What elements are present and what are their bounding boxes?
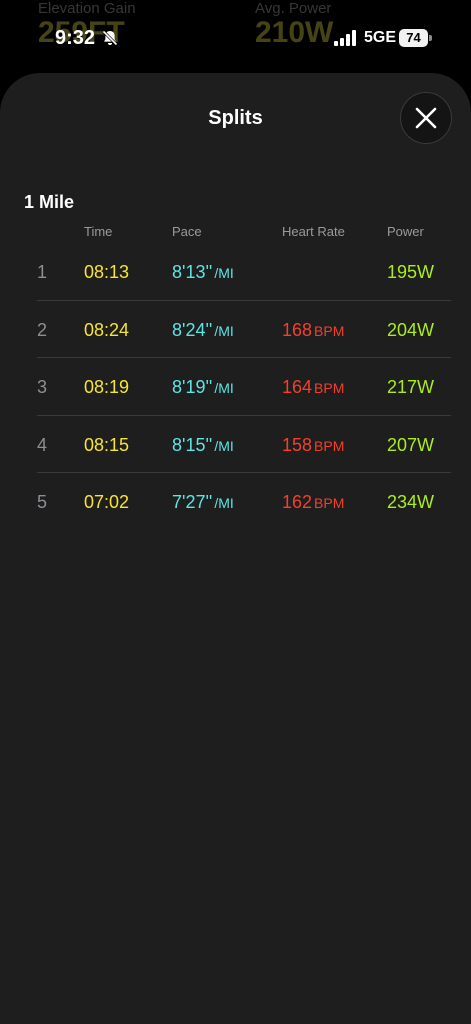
network-type: 5GE [364,29,397,46]
split-power: 234W [387,492,435,512]
split-heart-rate: 168 BPM [282,320,344,341]
split-time: 08:24 [84,319,130,340]
split-heart-rate: 162 BPM [282,492,344,513]
pace-unit: /MI [214,265,234,281]
pace-unit: /MI [214,495,234,511]
close-icon [415,107,437,129]
heart-rate-unit: BPM [314,495,345,511]
split-time: 08:15 [84,434,130,455]
split-power: 217W [387,377,435,397]
column-header-time: Time [84,224,113,239]
split-number: 2 [37,319,48,340]
pace-unit: /MI [214,380,234,396]
pace-value: 7'27'' [172,492,213,512]
split-pace: 8'24''/MI [172,320,234,341]
split-time: 08:19 [84,377,130,397]
splits-sheet: Splits 1 Mile Time Pace Heart Rate Power… [0,73,471,1024]
heart-rate-value: 164 [282,377,313,397]
table-row: 3 08:19 8'19''/MI 164 BPM 217W [0,358,471,416]
split-power: 195W [387,262,435,282]
battery-icon: 74 [399,29,433,47]
battery-level: 74 [399,29,428,47]
column-header-pace: Pace [172,224,202,239]
pace-value: 8'13'' [172,262,213,282]
pace-value: 8'19'' [172,377,213,397]
table-row: 5 07:02 7'27''/MI 162 BPM 234W [0,473,471,531]
table-row: 1 08:13 8'13''/MI 195W [0,243,471,301]
split-power: 204W [387,319,435,340]
screen: Elevation Gain 259FT Avg. Power 210W 9:3… [0,0,471,1024]
split-power: 207W [387,434,435,455]
close-button[interactable] [400,92,452,144]
split-number: 3 [37,377,48,397]
split-pace: 7'27''/MI [172,492,234,513]
heart-rate-value: 158 [282,434,313,455]
split-number: 1 [37,262,48,282]
signal-icon [334,30,356,46]
split-number: 4 [37,434,48,455]
split-number: 5 [37,492,48,512]
pace-value: 8'15'' [172,434,213,455]
split-time: 08:13 [84,262,130,282]
bell-slash-icon [102,30,118,46]
splits-table: 1 08:13 8'13''/MI 195W 2 08:24 8'24''/MI… [0,243,471,531]
section-title: 1 Mile [24,192,75,212]
pace-value: 8'24'' [172,319,213,340]
heart-rate-value: 168 [282,319,313,340]
split-time: 07:02 [84,492,130,512]
split-heart-rate [282,262,284,283]
column-header-power: Power [387,224,424,239]
split-pace: 8'19''/MI [172,377,234,398]
heart-rate-unit: BPM [314,322,345,339]
split-pace: 8'13''/MI [172,262,234,283]
table-header: Time Pace Heart Rate Power [0,224,471,242]
heart-rate-unit: BPM [314,437,345,454]
split-pace: 8'15''/MI [172,435,234,456]
table-row: 4 08:15 8'15''/MI 158 BPM 207W [0,416,471,473]
heart-rate-unit: BPM [314,380,345,396]
status-bar: 9:32 5GE 74 [0,0,471,70]
pace-unit: /MI [214,437,234,454]
heart-rate-value: 162 [282,492,313,512]
split-heart-rate: 158 BPM [282,435,344,456]
table-row: 2 08:24 8'24''/MI 168 BPM 204W [0,301,471,358]
split-heart-rate: 164 BPM [282,377,344,398]
status-time: 9:32 [55,27,96,49]
column-header-heart-rate: Heart Rate [282,224,345,239]
pace-unit: /MI [214,322,234,339]
battery-nub [429,35,432,41]
